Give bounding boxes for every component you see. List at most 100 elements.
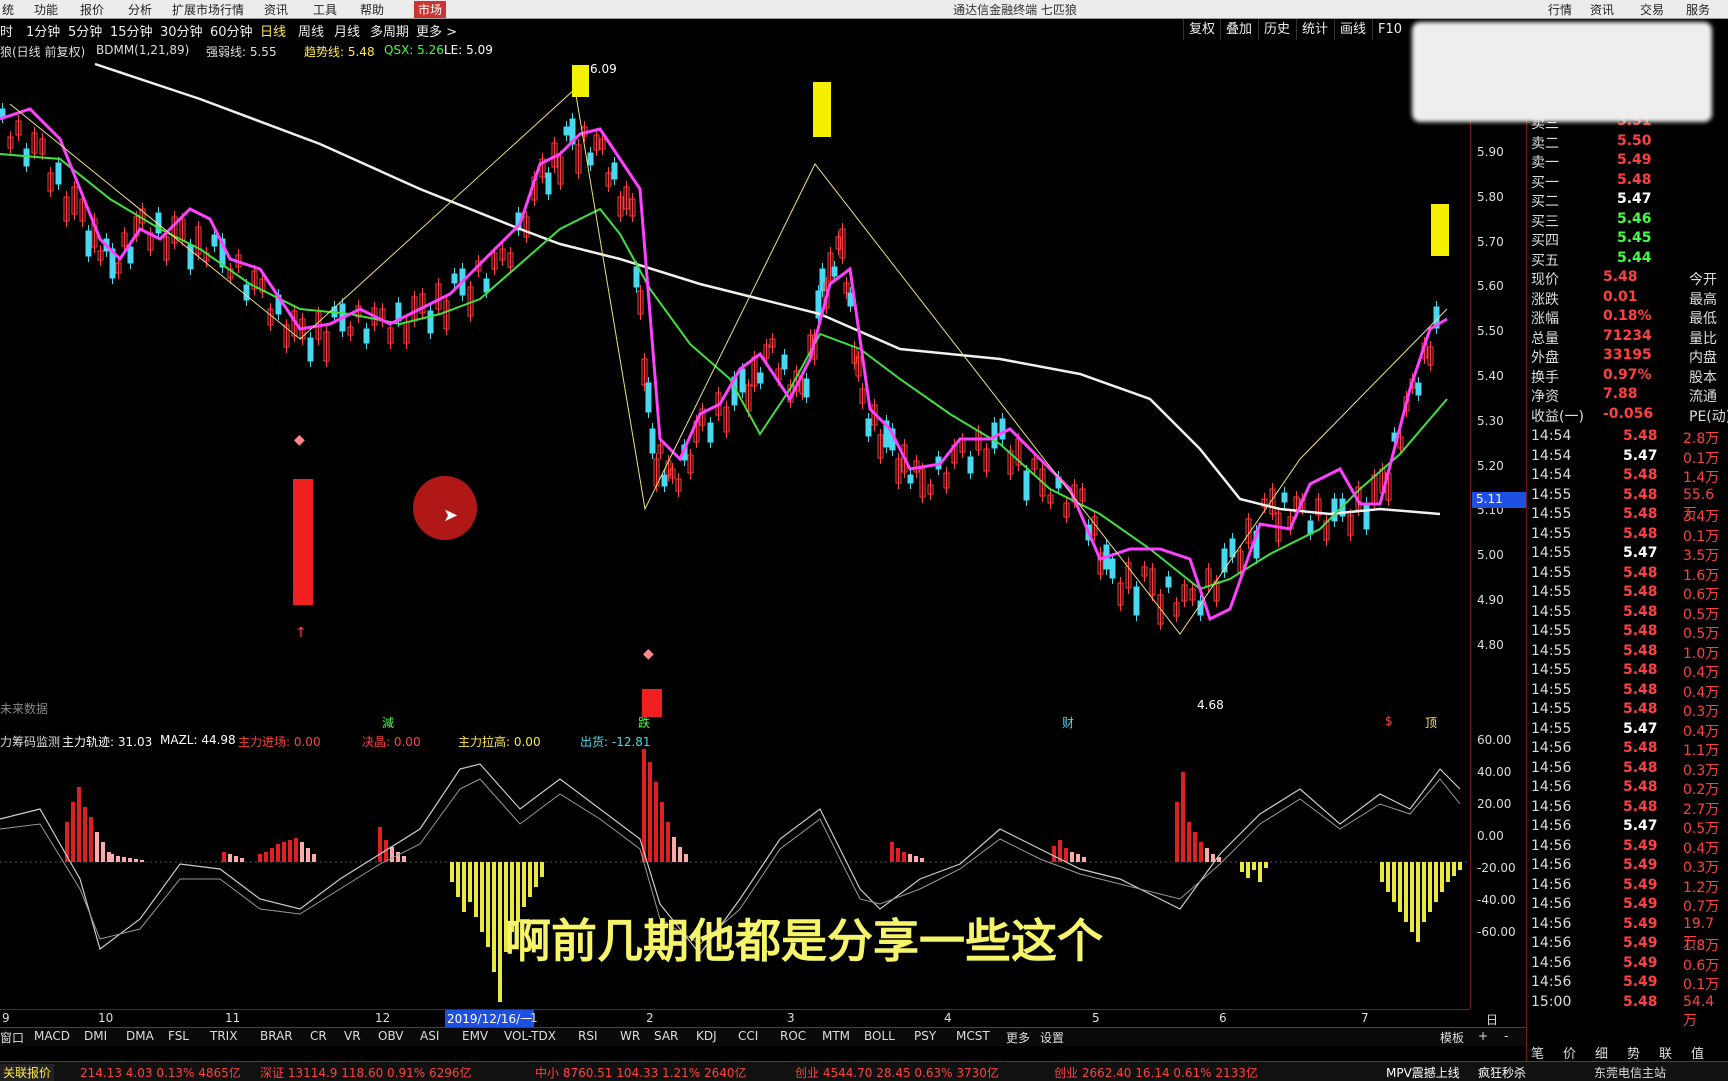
menu-news[interactable]: 资讯 <box>264 1 288 18</box>
period-tab[interactable]: 60分钟 <box>210 21 253 40</box>
period-tab-more[interactable]: 更多 > <box>416 21 457 40</box>
indicator-infobar: 狼(日线 前复权) BDMM(1,21,89) 强弱线: 5.55 趋势线: 5… <box>0 41 1420 59</box>
indicator-tab[interactable]: BRAR <box>260 1029 293 1043</box>
indicator-bar <box>1064 848 1068 862</box>
history-button[interactable]: 历史 <box>1258 19 1295 40</box>
indicator-tab[interactable]: BOLL <box>864 1029 895 1043</box>
indicator-tab[interactable]: PSY <box>914 1029 936 1043</box>
indicator-tab[interactable]: 窗口 <box>0 1029 24 1046</box>
status-promo[interactable]: 疯狂秒杀 <box>1478 1064 1526 1081</box>
indicator-tab[interactable]: SAR <box>654 1029 678 1043</box>
period-tab[interactable]: 周线 <box>298 21 324 40</box>
status-linked-quote[interactable]: 关联报价 <box>0 1064 55 1081</box>
indicator-tab[interactable]: VR <box>344 1029 361 1043</box>
indicator-tab[interactable]: MTM <box>822 1029 850 1043</box>
indicator-bar <box>390 847 394 862</box>
menu-right-service[interactable]: 服务 <box>1686 1 1710 18</box>
indicator-tab[interactable]: WR <box>620 1029 640 1043</box>
f10-button[interactable]: F10 <box>1372 19 1407 40</box>
menu-analysis[interactable]: 分析 <box>128 1 152 18</box>
menu-tools[interactable]: 工具 <box>313 1 337 18</box>
period-tab[interactable]: 30分钟 <box>160 21 203 40</box>
period-tab[interactable]: 多周期 <box>370 21 409 40</box>
indicator-tab[interactable]: MCST <box>956 1029 990 1043</box>
indicator-tab[interactable]: VOL-TDX <box>504 1029 556 1043</box>
tick-row: 14:55 5.47 3.5万 <box>1531 545 1720 564</box>
quote-tab[interactable]: 笔 <box>1531 1043 1544 1062</box>
tick-row: 14:56 5.48 0.3万 <box>1531 759 1720 779</box>
bid-row: 买四 5.45 <box>1531 230 1652 249</box>
bid-row: 买二 5.47 <box>1531 191 1652 210</box>
indicator-bar: 力筹码监测 主力轨迹: 31.03 MAZL: 44.98 主力进场: 0.00… <box>0 731 1470 749</box>
status-index: 中小 8760.51 104.33 1.21% 2640亿 <box>535 1066 747 1080</box>
indicator-tab[interactable]: CCI <box>738 1029 758 1043</box>
stat-row: 总量 71234 量比 <box>1531 327 1717 347</box>
indicator-bar <box>276 844 280 862</box>
quote-tab[interactable]: 细 <box>1595 1043 1608 1062</box>
menu-right-quote[interactable]: 行情 <box>1548 1 1572 18</box>
price-tick: 5.90 <box>1477 145 1504 159</box>
indicator-bar <box>1416 862 1420 942</box>
menu-market[interactable]: 市场 <box>414 1 447 18</box>
indicator-name: 力筹码监测 <box>0 735 61 749</box>
indicator-tab[interactable]: OBV <box>378 1029 404 1043</box>
indicator-tab[interactable]: FSL <box>168 1029 189 1043</box>
period-tab-daily[interactable]: 日线 <box>260 21 286 40</box>
status-promo[interactable]: MPV震撼上线 <box>1386 1064 1460 1081</box>
indicator-tab[interactable]: RSI <box>578 1029 598 1043</box>
indicator-tab[interactable]: TRIX <box>210 1029 237 1043</box>
kline-chart[interactable] <box>0 59 1470 729</box>
quote-tab[interactable]: 联 <box>1659 1043 1672 1062</box>
status-bar: 关联报价 214.13 4.03 0.13% 4865亿 深证 13114.9 … <box>0 1061 1728 1081</box>
quote-tab[interactable]: 值 <box>1691 1043 1704 1062</box>
indicator-bar <box>1199 842 1203 862</box>
status-server: 东莞电信主站 <box>1594 1066 1667 1080</box>
indicator-bar <box>89 817 93 862</box>
indicator-tab[interactable]: MACD <box>34 1029 70 1043</box>
indicator-bar <box>456 862 460 897</box>
indicator-tab[interactable]: EMV <box>462 1029 488 1043</box>
overlay-button[interactable]: 叠加 <box>1220 19 1257 40</box>
template-tab[interactable]: - <box>1504 1029 1508 1043</box>
period-tab[interactable]: 月线 <box>334 21 360 40</box>
period-tab[interactable]: 5分钟 <box>68 21 102 40</box>
menu-right-trade[interactable]: 交易 <box>1640 1 1664 18</box>
indicator-tab[interactable]: ROC <box>780 1029 806 1043</box>
indicator-bar <box>110 854 114 862</box>
template-tab[interactable]: + <box>1478 1029 1488 1043</box>
menu-right-news[interactable]: 资讯 <box>1590 1 1614 18</box>
menu-help[interactable]: 帮助 <box>360 1 384 18</box>
indicator-tab[interactable]: CR <box>310 1029 327 1043</box>
quote-tab[interactable]: 价 <box>1563 1043 1576 1062</box>
adjust-button[interactable]: 复权 <box>1183 19 1220 40</box>
period-tab[interactable]: 15分钟 <box>110 21 153 40</box>
strong-weak-value: 强弱线: 5.55 <box>206 45 277 59</box>
stats-button[interactable]: 统计 <box>1296 19 1333 40</box>
tick-row: 14:55 5.48 3.4万 <box>1531 506 1720 525</box>
indicator-tab[interactable]: DMI <box>84 1029 107 1043</box>
menu-quote[interactable]: 报价 <box>80 1 104 18</box>
draw-button[interactable]: 画线 <box>1334 19 1371 40</box>
quote-tab[interactable]: 势 <box>1627 1043 1640 1062</box>
indicator-tab[interactable]: 设置 <box>1040 1029 1064 1046</box>
indicator-tab[interactable]: ASI <box>420 1029 439 1043</box>
indicator-tab[interactable]: KDJ <box>696 1029 717 1043</box>
indicator-tab[interactable]: 更多 <box>1006 1029 1030 1046</box>
period-tab[interactable]: 1分钟 <box>26 21 60 40</box>
menu-function[interactable]: 功能 <box>34 1 58 18</box>
indicator-bar <box>474 862 478 917</box>
indicator-bar <box>1187 822 1191 862</box>
period-tab[interactable]: 时 <box>0 21 13 40</box>
template-tab[interactable]: 模板 <box>1440 1029 1464 1046</box>
indicator-bar <box>258 854 262 862</box>
current-price-tag: 5.11 <box>1472 492 1526 508</box>
menu-system[interactable]: 统 <box>2 1 14 18</box>
indicator-bar <box>1446 862 1450 882</box>
indicator-mazl: MAZL: 44.98 <box>160 733 236 747</box>
indicator-bar <box>660 802 664 862</box>
menu-bar: 统 功能 报价 分析 扩展市场行情 资讯 工具 帮助 市场 通达信金融终端 七匹… <box>0 0 1728 19</box>
menu-ext-market[interactable]: 扩展市场行情 <box>172 1 244 18</box>
indicator-bar <box>890 842 894 862</box>
tick-row: 14:56 5.49 0.4万 <box>1531 837 1720 857</box>
indicator-tab[interactable]: DMA <box>126 1029 154 1043</box>
